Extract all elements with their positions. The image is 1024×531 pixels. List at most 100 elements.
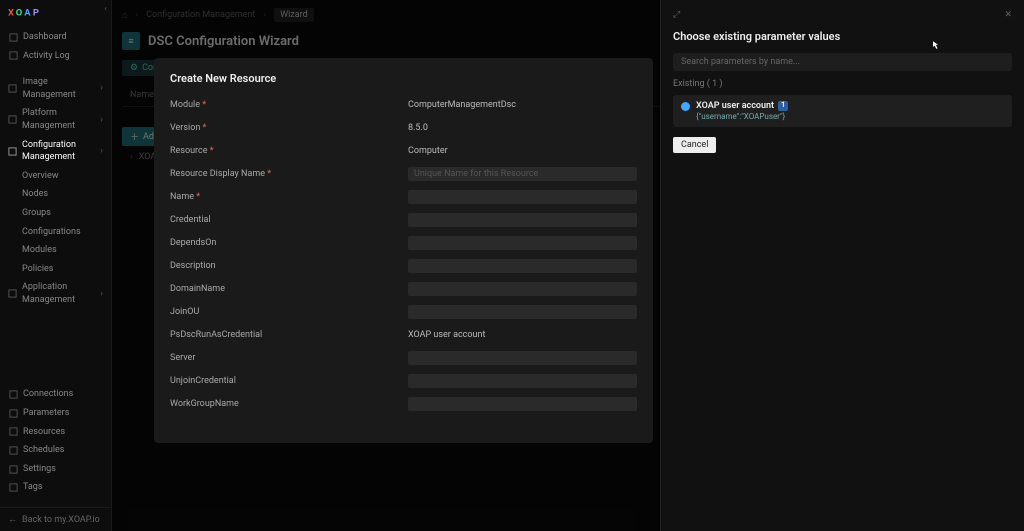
- field-value: ComputerManagementDsc: [408, 100, 637, 110]
- nav-sub-policies[interactable]: Policies: [0, 260, 111, 279]
- field-input[interactable]: [408, 305, 637, 319]
- nav-resources[interactable]: Resources: [0, 423, 111, 442]
- field-input[interactable]: [408, 374, 637, 388]
- parameter-drawer: ⤢ ✕ Choose existing parameter values Exi…: [660, 0, 1024, 531]
- field-version: Version *8.5.0: [170, 120, 637, 135]
- nav-label: Configuration Management: [22, 139, 100, 164]
- back-link[interactable]: ←Back to my.XOAP.io: [0, 507, 111, 531]
- nav-label: Activity Log: [23, 50, 70, 63]
- clock-icon: [8, 51, 18, 61]
- param-detail: {"username":"XOAPuser"}: [696, 112, 1004, 121]
- parameter-option[interactable]: XOAP user account1 {"username":"XOAPuser…: [673, 95, 1012, 127]
- field-label: Version *: [170, 123, 408, 133]
- nav-label: Image Management: [23, 76, 101, 101]
- nav-label: Nodes: [22, 188, 48, 201]
- nav-label: Modules: [22, 244, 57, 257]
- nav-settings[interactable]: Settings: [0, 460, 111, 479]
- tag-icon: [8, 483, 18, 493]
- field-input[interactable]: [408, 213, 637, 227]
- nav-label: Application Management: [22, 281, 100, 306]
- field-value: Computer: [408, 146, 637, 156]
- nav-dashboard[interactable]: Dashboard: [0, 28, 111, 47]
- nav-application-management[interactable]: Application Management›: [0, 278, 111, 309]
- layers-icon: [8, 115, 17, 125]
- field-label: DomainName: [170, 284, 408, 294]
- field-label: JoinOU: [170, 307, 408, 317]
- drawer-title: Choose existing parameter values: [673, 30, 1012, 43]
- field-resource: Resource *Computer: [170, 143, 637, 158]
- field-server: Server: [170, 350, 637, 365]
- nav-parameters[interactable]: Parameters: [0, 404, 111, 423]
- nav-sub-overview[interactable]: Overview: [0, 167, 111, 186]
- field-label: UnjoinCredential: [170, 376, 408, 386]
- nav-label: Resources: [23, 426, 65, 439]
- nav-platform-management[interactable]: Platform Management›: [0, 104, 111, 135]
- field-input[interactable]: Unique Name for this Resource: [408, 167, 637, 181]
- field-label: Resource *: [170, 146, 408, 156]
- nav-sub-nodes[interactable]: Nodes: [0, 185, 111, 204]
- create-resource-modal: Create New Resource Module *ComputerMana…: [154, 58, 653, 443]
- field-credential: Credential: [170, 212, 637, 227]
- nav-label: Connections: [23, 388, 73, 401]
- field-input[interactable]: [408, 397, 637, 411]
- field-input[interactable]: [408, 351, 637, 365]
- nav-label: Configurations: [22, 226, 81, 239]
- cancel-button[interactable]: Cancel: [673, 137, 716, 153]
- field-input[interactable]: [408, 190, 637, 204]
- calendar-icon: [8, 446, 18, 456]
- nav-schedules[interactable]: Schedules: [0, 441, 111, 460]
- params-icon: [8, 408, 18, 418]
- chevron-icon: ›: [100, 82, 103, 95]
- field-module: Module *ComputerManagementDsc: [170, 97, 637, 112]
- nav-label: Parameters: [23, 407, 69, 420]
- nav-label: Schedules: [23, 444, 64, 457]
- gear-icon: [8, 464, 18, 474]
- field-label: DependsOn: [170, 238, 408, 248]
- field-input[interactable]: [408, 259, 637, 273]
- field-joinou: JoinOU: [170, 304, 637, 319]
- svg-text:O: O: [16, 7, 23, 18]
- field-input[interactable]: [408, 236, 637, 250]
- box-icon: [8, 289, 17, 299]
- nav-label: Overview: [22, 170, 58, 183]
- svg-text:X: X: [8, 7, 14, 18]
- field-domainname: DomainName: [170, 281, 637, 296]
- radio-selected-icon[interactable]: [681, 102, 690, 111]
- nav-label: Settings: [23, 463, 56, 476]
- close-icon[interactable]: ✕: [1004, 10, 1012, 20]
- field-resource-display-name: Resource Display Name *Unique Name for t…: [170, 166, 637, 181]
- nav-sub-configurations[interactable]: Configurations: [0, 223, 111, 242]
- nav-connections[interactable]: Connections: [0, 385, 111, 404]
- nav-tags[interactable]: Tags: [0, 478, 111, 497]
- nav-image-management[interactable]: Image Management›: [0, 73, 111, 104]
- sliders-icon: [8, 146, 17, 156]
- field-label: Description: [170, 261, 408, 271]
- search-input[interactable]: [673, 53, 1012, 71]
- cube-icon: [8, 427, 18, 437]
- field-unjoincredential: UnjoinCredential: [170, 373, 637, 388]
- nav-sub-groups[interactable]: Groups: [0, 204, 111, 223]
- image-icon: [8, 84, 18, 94]
- sidebar-collapse-icon[interactable]: ‹: [104, 4, 107, 14]
- field-label: Credential: [170, 215, 408, 225]
- nav-label: Platform Management: [22, 107, 100, 132]
- field-input[interactable]: [408, 282, 637, 296]
- field-label: Name *: [170, 192, 408, 202]
- field-value: XOAP user account: [408, 330, 637, 340]
- chevron-icon: ›: [100, 288, 103, 301]
- nav-configuration-management[interactable]: Configuration Management›: [0, 136, 111, 167]
- nav-activity-log[interactable]: Activity Log: [0, 47, 111, 66]
- nav-label: Tags: [23, 481, 42, 494]
- field-label: WorkGroupName: [170, 399, 408, 409]
- nav-label: Policies: [22, 263, 53, 276]
- modal-title: Create New Resource: [170, 72, 637, 85]
- field-workgroupname: WorkGroupName: [170, 396, 637, 411]
- nav-label: Groups: [22, 207, 51, 220]
- drawer-expand-icon[interactable]: ⤢: [673, 10, 680, 20]
- chevron-icon: ›: [100, 114, 103, 127]
- nav-sub-modules[interactable]: Modules: [0, 241, 111, 260]
- field-label: PsDscRunAsCredential: [170, 330, 408, 340]
- field-label: Server: [170, 353, 408, 363]
- svg-text:A: A: [24, 7, 31, 18]
- field-description: Description: [170, 258, 637, 273]
